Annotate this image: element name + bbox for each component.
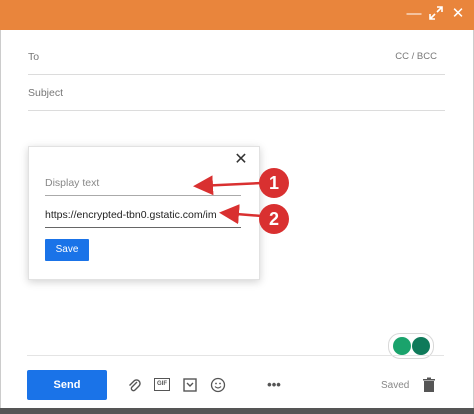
annotation-badge-1: 1 <box>259 168 289 198</box>
smiley-svg <box>210 377 226 393</box>
image-svg <box>183 378 197 392</box>
saved-status: Saved <box>381 380 410 391</box>
grammar-check-icon[interactable] <box>412 337 430 355</box>
trash-icon[interactable] <box>421 377 437 393</box>
emoji-icon[interactable] <box>210 377 226 393</box>
annotation-badge-2: 2 <box>259 204 289 234</box>
window-bottom-edge <box>0 408 474 414</box>
attach-icon[interactable] <box>126 377 142 393</box>
more-options-icon[interactable]: ••• <box>264 377 284 393</box>
send-button[interactable]: Send <box>27 370 107 400</box>
gif-icon[interactable]: GIF <box>154 378 170 391</box>
trash-svg <box>423 377 435 392</box>
paperclip-svg <box>129 379 141 392</box>
lightbulb-icon[interactable] <box>393 337 411 355</box>
arrow-1 <box>193 175 263 196</box>
insert-image-icon[interactable] <box>182 377 198 393</box>
toolbar-divider <box>27 355 444 356</box>
arrow-2 <box>219 204 263 225</box>
